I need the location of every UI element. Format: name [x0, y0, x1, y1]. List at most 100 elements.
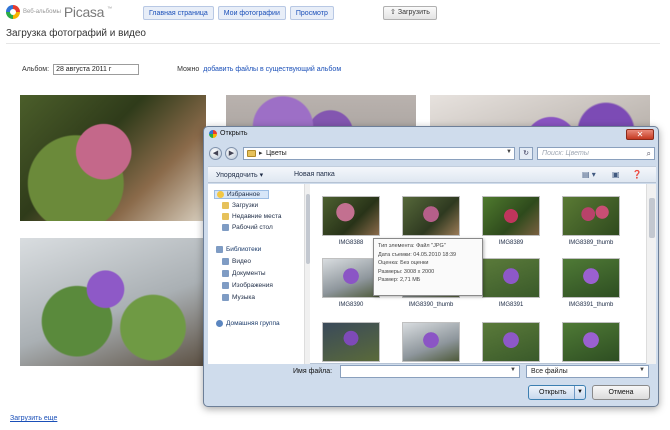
file-type-select[interactable]: Все файлы ▼ [526, 365, 649, 378]
address-bar[interactable]: ▸ Цветы ▼ [243, 147, 515, 160]
file-thumbnail[interactable] [482, 258, 540, 298]
file-name[interactable]: IMG8391 [474, 302, 548, 309]
file-thumbnail[interactable] [322, 196, 380, 236]
video-icon [222, 258, 229, 265]
tooltip-line: Оценка: Без оценки [378, 260, 429, 266]
refresh-icon[interactable]: ↻ [519, 147, 533, 160]
homegroup-icon [216, 320, 223, 327]
chevron-down-icon[interactable]: ▼ [510, 367, 516, 373]
open-options-icon[interactable]: ▼ [574, 386, 585, 399]
sidebar-item-video[interactable]: Видео [222, 258, 251, 265]
tab-browse[interactable]: Просмотр [289, 6, 334, 20]
file-thumbnail[interactable] [322, 322, 380, 362]
upload-button[interactable]: ⇧ Загрузить [383, 6, 437, 20]
upload-button-label: Загрузить [397, 9, 430, 16]
sidebar-item-music[interactable]: Музыка [222, 294, 255, 301]
open-button[interactable]: Открыть ▼ [528, 385, 586, 400]
new-folder-button[interactable]: Новая папка [294, 171, 335, 178]
file-thumbnail[interactable] [322, 258, 380, 298]
file-type-value: Все файлы [531, 368, 568, 375]
search-input[interactable]: Поиск: Цветы ⌕ [537, 147, 655, 160]
libraries-icon [216, 246, 223, 253]
music-icon [222, 294, 229, 301]
tooltip-line: Размер: 2,71 МБ [378, 277, 421, 283]
uploaded-photo[interactable] [20, 95, 206, 221]
dialog-toolbar: Упорядочить ▾ Новая папка ▤ ▾ ▣ ❓ [208, 166, 656, 183]
file-info-tooltip: Тип элемента: Файл "JPG" Дата съемки: 04… [373, 238, 483, 296]
sidebar-item-label: Изображения [232, 282, 273, 289]
sidebar-item-label: Документы [232, 270, 266, 277]
chevron-down-icon[interactable]: ▼ [506, 149, 512, 155]
page-title: Загрузка фотографий и видео [6, 28, 146, 39]
tab-my-photos[interactable]: Мои фотографии [217, 6, 286, 20]
sidebar-item-homegroup[interactable]: Домашняя группа [216, 320, 280, 327]
organize-menu[interactable]: Упорядочить ▾ [216, 171, 263, 179]
add-to-existing-album-link[interactable]: добавить файлы в существующий альбом [203, 66, 341, 73]
file-grid-scrollbar-thumb[interactable] [649, 198, 655, 238]
sidebar-item-desktop[interactable]: Рабочий стол [222, 224, 273, 231]
tab-home[interactable]: Главная страница [143, 6, 214, 20]
logo-text: Picasa [63, 4, 105, 20]
help-icon[interactable]: ❓ [632, 170, 642, 179]
forward-icon[interactable]: ▶ [225, 147, 238, 160]
address-row: ◀ ▶ ▸ Цветы ▼ ↻ Поиск: Цветы ⌕ [209, 145, 655, 162]
top-bar: Веб-альбомы Picasa ™ Главная страница Мо… [0, 0, 670, 24]
close-button[interactable]: ✕ [626, 129, 654, 140]
file-name[interactable]: IMG8390_thumb [394, 302, 468, 309]
album-label: Альбом: [22, 66, 50, 73]
cancel-button[interactable]: Отмена [592, 385, 650, 400]
dialog-footer: Имя файла: ▼ Все файлы ▼ Открыть ▼ Отмен… [208, 365, 656, 407]
album-name-input[interactable]: 28 августа 2011 г [53, 64, 140, 75]
filename-input[interactable]: ▼ [340, 365, 520, 378]
breadcrumb-arrow-icon: ▸ [259, 150, 263, 157]
chrome-icon [209, 130, 217, 138]
file-thumbnail[interactable] [562, 196, 620, 236]
view-options-icon[interactable]: ▤ ▾ [582, 170, 596, 179]
file-thumbnail[interactable] [482, 322, 540, 362]
sidebar-item-favorites[interactable]: Избранное [214, 190, 269, 199]
tooltip-line: Размеры: 3008 x 2000 [378, 268, 435, 275]
sidebar-item-label: Избранное [227, 191, 260, 198]
file-name[interactable]: IMG8389_thumb [554, 240, 628, 247]
file-thumbnail[interactable] [562, 322, 620, 362]
tooltip-line: Тип элемента: Файл "JPG" [378, 243, 446, 249]
dialog-title: Открыть [220, 130, 248, 137]
desktop-icon [222, 224, 229, 231]
recent-places-icon [222, 213, 229, 220]
folder-icon [247, 150, 256, 157]
sidebar-item-pictures[interactable]: Изображения [222, 282, 273, 289]
sidebar-item-recent[interactable]: Недавние места [222, 213, 282, 220]
downloads-icon [222, 202, 229, 209]
file-grid-scrollbar[interactable] [646, 184, 656, 364]
file-thumbnail[interactable] [482, 196, 540, 236]
also-text: Можно [177, 66, 200, 73]
sidebar-item-label: Музыка [232, 294, 255, 301]
search-placeholder: Поиск: Цветы [542, 150, 589, 157]
sidebar-item-label: Загрузки [232, 202, 259, 209]
upload-more-link[interactable]: Загрузить еще [10, 415, 57, 422]
picasa-logo-icon [6, 5, 20, 19]
file-name[interactable]: IMG8389 [474, 240, 548, 247]
file-name[interactable]: IMG8390 [314, 302, 388, 309]
back-icon[interactable]: ◀ [209, 147, 222, 160]
logo-subtitle: Веб-альбомы [23, 9, 61, 15]
picasa-logo[interactable]: Веб-альбомы Picasa ™ [6, 4, 112, 20]
sidebar-item-libraries[interactable]: Библиотеки [216, 246, 261, 253]
sidebar-item-label: Домашняя группа [226, 320, 280, 327]
dialog-titlebar[interactable]: Открыть ✕ [204, 127, 658, 141]
breadcrumb-folder[interactable]: Цветы [266, 150, 287, 157]
uploaded-photo[interactable] [20, 238, 210, 366]
sidebar-item-documents[interactable]: Документы [222, 270, 266, 277]
file-thumbnail[interactable] [402, 196, 460, 236]
sidebar-item-label: Недавние места [232, 213, 282, 220]
file-thumbnail[interactable] [402, 322, 460, 362]
file-name[interactable]: IMG8391_thumb [554, 302, 628, 309]
sidebar-item-downloads[interactable]: Загрузки [222, 202, 258, 209]
file-thumbnail[interactable] [562, 258, 620, 298]
nav-scrollbar[interactable] [304, 184, 310, 364]
star-icon [217, 191, 224, 198]
nav-scrollbar-thumb[interactable] [306, 194, 310, 264]
title-divider [6, 43, 660, 44]
preview-pane-icon[interactable]: ▣ [612, 170, 620, 179]
sidebar-item-label: Видео [232, 258, 251, 265]
